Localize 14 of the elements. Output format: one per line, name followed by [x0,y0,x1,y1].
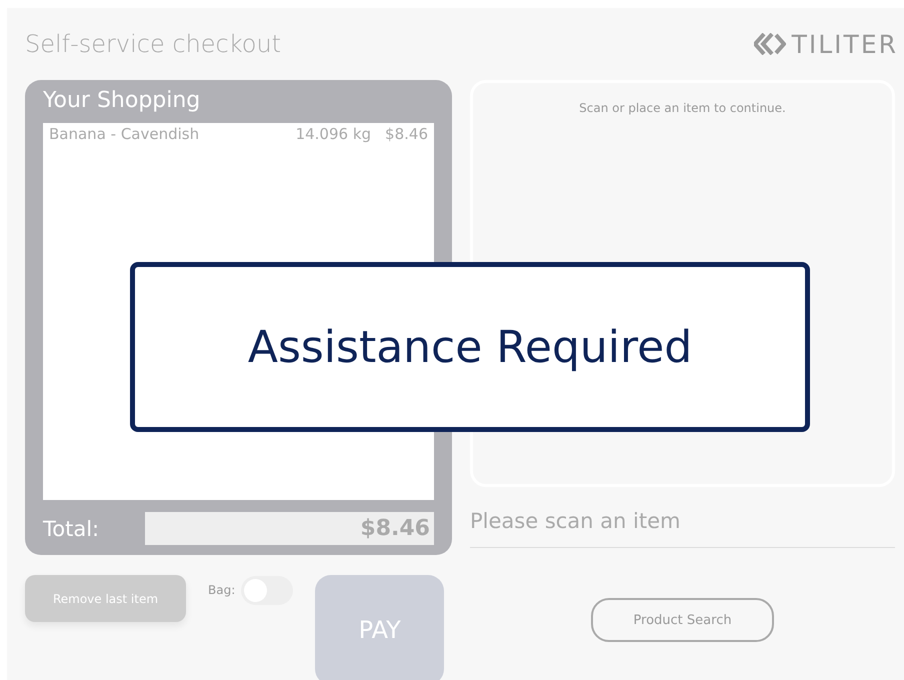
item-weight: 14.096 kg [296,125,372,143]
product-search-button[interactable]: Product Search [591,598,774,642]
total-amount: $8.46 [145,512,434,545]
alert-message: Assistance Required [248,322,692,372]
bag-label: Bag: [208,583,236,597]
cart-title: Your Shopping [43,88,202,115]
total-label: Total: [43,516,100,540]
item-price: $8.46 [385,125,428,143]
chevrons-icon [754,33,786,55]
page-title: Self-service checkout [25,30,282,58]
scan-prompt: Please scan an item [470,487,895,548]
logo-text: TILITER [792,30,898,58]
item-name: Banana - Cavendish [49,125,200,143]
scan-message: Scan or place an item to continue. [579,101,786,115]
